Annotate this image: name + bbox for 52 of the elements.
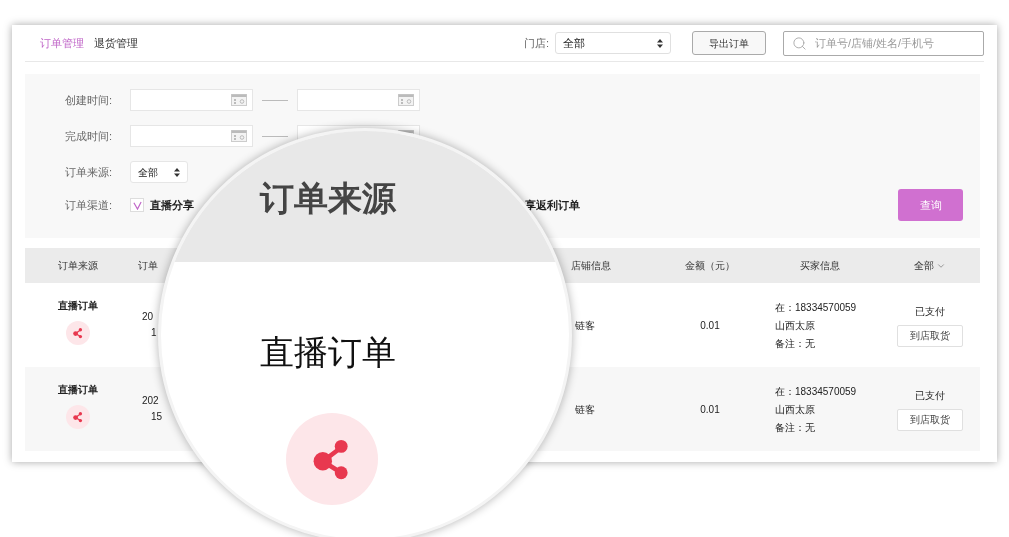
status-filter[interactable]: 全部	[914, 258, 946, 273]
order-status: 已支付	[915, 304, 945, 319]
column-header: 订单	[138, 260, 158, 271]
table-cell-text: 在：18334570059	[775, 300, 858, 315]
column-header: 买家信息	[800, 260, 840, 271]
calendar-icon	[231, 130, 247, 142]
calendar-icon	[398, 94, 414, 106]
table-cell-text: 202	[142, 394, 160, 408]
date-field[interactable]	[130, 89, 253, 111]
date-field[interactable]	[130, 125, 253, 147]
date-field[interactable]	[297, 89, 420, 111]
pickup-button[interactable]: 到店取货	[897, 324, 963, 347]
store-label: 门店:	[523, 35, 549, 51]
table-cell-text: 在：18334570059	[775, 384, 858, 399]
table-cell-text: 直播订单	[57, 298, 98, 313]
export-button[interactable]: 导出订单	[692, 31, 766, 55]
store-select[interactable]: 全部	[555, 32, 671, 54]
tab[interactable]: 订单管理	[40, 34, 84, 52]
checkbox-label[interactable]: 享返利订单	[525, 196, 580, 214]
table-cell-text: 15	[150, 410, 164, 424]
checkbox-label[interactable]: 直播分享	[150, 196, 194, 214]
table-cell-text: 20	[142, 310, 155, 324]
table-cell-text: 1	[150, 326, 158, 340]
source-select[interactable]: 全部	[130, 161, 188, 183]
filter-label: 创建时间:	[65, 92, 114, 108]
table-cell-text: 直播订单	[57, 382, 98, 397]
checkbox[interactable]	[130, 198, 144, 212]
column-header: 金额（元）	[685, 260, 735, 271]
share-icon	[65, 320, 90, 345]
table-cell-text: 山西太原	[775, 402, 816, 417]
calendar-icon	[231, 94, 247, 106]
share-icon	[65, 404, 90, 429]
filter-label: 完成时间:	[65, 128, 114, 144]
select-arrows-icon	[657, 38, 663, 48]
column-header: 订单来源	[57, 260, 98, 271]
order-status: 已支付	[915, 388, 945, 403]
table-cell-text: 备注：无	[775, 420, 816, 435]
table-cell-text: 山西太原	[775, 318, 816, 333]
table-cell: 0.01	[700, 403, 720, 415]
tab[interactable]: 退货管理	[94, 34, 138, 52]
magnified-heading: 订单来源	[260, 177, 396, 219]
table-cell-text: 备注：无	[775, 336, 816, 351]
filter-label: 订单来源:	[65, 164, 114, 180]
search-icon	[792, 35, 807, 51]
table-cell: 链客	[575, 403, 595, 415]
column-header: 店铺信息	[571, 260, 611, 271]
table-cell: 链客	[575, 319, 595, 331]
select-arrows-icon	[174, 167, 180, 177]
table-cell: 0.01	[700, 319, 720, 331]
filter-label: 订单渠道:	[65, 197, 114, 213]
magnified-source: 直播订单	[260, 333, 396, 371]
pickup-button[interactable]: 到店取货	[897, 408, 963, 431]
